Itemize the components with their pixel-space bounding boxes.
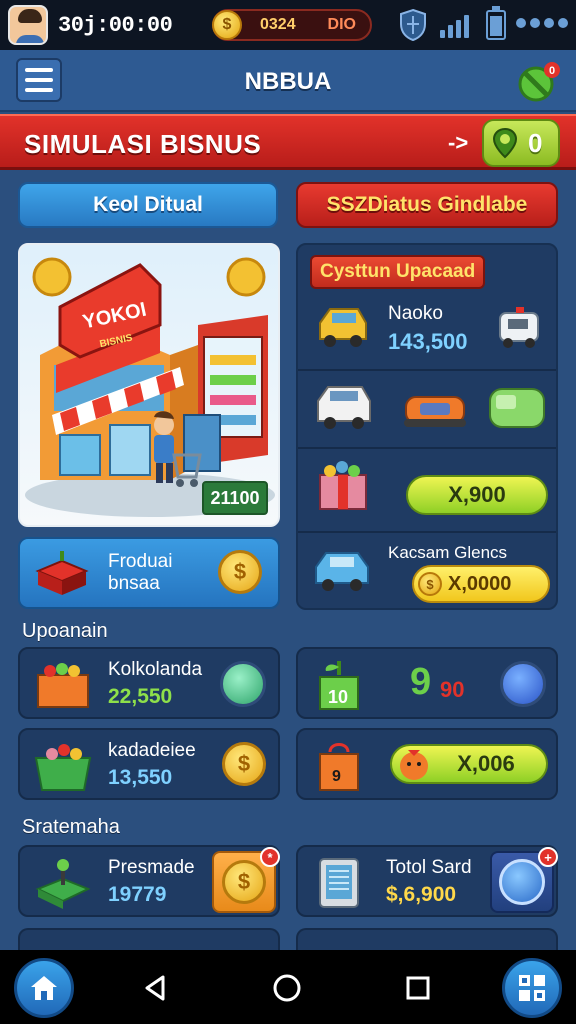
- tab-right[interactable]: SSZDiatus Gindlabe: [296, 182, 558, 228]
- app-title: NBBUA: [244, 68, 332, 95]
- box-number: 9: [332, 768, 341, 785]
- product-line-2: bnsaa: [108, 573, 160, 594]
- upgrade-label: Cysttun Upacaad: [310, 255, 486, 289]
- shop-price: 21100: [202, 481, 268, 515]
- vehicle-value: 143,500: [388, 329, 468, 354]
- mascot-icon: [400, 750, 428, 780]
- settings-button[interactable]: +: [490, 847, 558, 913]
- grid-button[interactable]: [502, 958, 562, 1018]
- location-count: 0: [528, 127, 543, 158]
- product-line-1: Froduai: [108, 551, 173, 572]
- svg-text:0: 0: [549, 65, 555, 77]
- more-dots-icon[interactable]: [516, 18, 568, 28]
- partial-row-left: [18, 928, 280, 952]
- home-button[interactable]: [14, 958, 74, 1018]
- coin-icon[interactable]: $: [218, 550, 262, 594]
- tank-icon: [404, 396, 466, 427]
- crate-icon: [37, 663, 89, 708]
- system-upgrade-panel: Cysttun Upacaad Naoko 143,500 X,900 Kacs…: [296, 243, 558, 610]
- kacam-name: Kacsam Glencs: [388, 543, 508, 562]
- blue-orb-icon[interactable]: [500, 661, 546, 707]
- gift-box-icon: [319, 461, 367, 510]
- coin-icon[interactable]: $: [222, 742, 266, 786]
- map-pin-icon: [492, 127, 518, 159]
- recents-button[interactable]: [398, 968, 438, 1008]
- shop-card[interactable]: YOKOI BISNIS 21100: [18, 243, 280, 527]
- row-value: 13,550: [108, 766, 173, 789]
- row-value: 22,550: [108, 685, 173, 708]
- car-icon: [315, 552, 369, 591]
- currency-secondary: DIO: [327, 16, 356, 33]
- status-clock: 30j:00:00: [58, 12, 173, 38]
- kacam-buy-button[interactable]: $ X,0000: [412, 565, 550, 603]
- row-value: 19779: [108, 883, 167, 906]
- row-name: Presmade: [108, 857, 195, 878]
- product-card[interactable]: Froduai bnsaa $: [18, 537, 280, 609]
- battery-icon: [486, 6, 506, 40]
- row-name: Totol Sard: [386, 857, 472, 878]
- mini-buy-label: X,006: [457, 751, 515, 776]
- coin-shop-button[interactable]: $ *: [212, 847, 280, 913]
- ambulance-icon: [499, 307, 539, 348]
- nine-label: 9: [410, 661, 432, 703]
- mini-buy-button[interactable]: X,006: [390, 744, 548, 784]
- product-label: Froduai bnsaa: [108, 551, 172, 595]
- compass-icon: [499, 859, 545, 905]
- home-circle-icon: [273, 974, 301, 1002]
- row-presmade[interactable]: Presmade 19779 $ *: [18, 845, 280, 917]
- shield-icon: [400, 8, 426, 42]
- title-banner: SIMULASI BISNUS -> 0: [0, 114, 576, 170]
- grid-icon: [519, 975, 545, 1001]
- row-mini-buy: 9 X,006: [296, 728, 558, 800]
- kacam-button-label: X,0000: [448, 572, 512, 595]
- banner-arrow-icon: ->: [448, 130, 469, 155]
- currency-pill[interactable]: $ 0324 DIO: [212, 9, 372, 41]
- recents-icon: [406, 976, 430, 1000]
- partial-row-right: [296, 928, 558, 952]
- section-systems: Sratemaha: [22, 816, 120, 838]
- row-kolkolanda[interactable]: Kolkolanda 22,550: [18, 647, 280, 719]
- alert-badge-icon: *: [260, 847, 280, 867]
- player-avatar[interactable]: [8, 5, 48, 45]
- green-orb-icon[interactable]: [220, 661, 266, 707]
- back-button[interactable]: [136, 968, 176, 1008]
- row-name: Kolkolanda: [108, 659, 203, 680]
- banner-title: SIMULASI BISNUS: [24, 129, 262, 159]
- taxi-icon: [319, 308, 367, 347]
- location-badge[interactable]: 0: [482, 119, 560, 167]
- red-chest-icon: [35, 551, 89, 595]
- section-upgrades: Upoanain: [22, 620, 108, 642]
- row-kadadeiee[interactable]: kadadeiee 13,550 $: [18, 728, 280, 800]
- no-entry-icon[interactable]: 0: [514, 60, 562, 104]
- coin-icon: $: [212, 10, 242, 40]
- row-total-sard[interactable]: Totol Sard $,6,900 +: [296, 845, 558, 917]
- box-number: 10: [328, 687, 349, 707]
- basket-icon: [34, 744, 92, 791]
- home-circle-button[interactable]: [267, 968, 307, 1008]
- joystick-icon: [35, 859, 91, 909]
- van-icon: [317, 386, 371, 429]
- vehicle-name: Naoko: [388, 303, 443, 324]
- signal-icon: [440, 12, 474, 38]
- coin-icon: $: [418, 572, 442, 596]
- ninety-label: 90: [440, 677, 465, 702]
- buy-button[interactable]: X,900: [406, 475, 548, 515]
- tablet-icon: [319, 858, 359, 908]
- row-value: $,6,900: [386, 883, 457, 906]
- currency-amount: 0324: [260, 16, 296, 33]
- app-header: NBBUA 0: [0, 50, 576, 112]
- home-icon: [31, 976, 57, 1000]
- row-mini-stats: 10 9 90: [296, 647, 558, 719]
- back-icon: [145, 975, 165, 1001]
- coin-icon: $: [222, 860, 266, 904]
- green-truck-icon: [489, 388, 545, 428]
- alert-badge-icon: +: [538, 847, 558, 867]
- row-name: kadadeiee: [108, 740, 196, 761]
- tab-left[interactable]: Keol Ditual: [18, 182, 278, 228]
